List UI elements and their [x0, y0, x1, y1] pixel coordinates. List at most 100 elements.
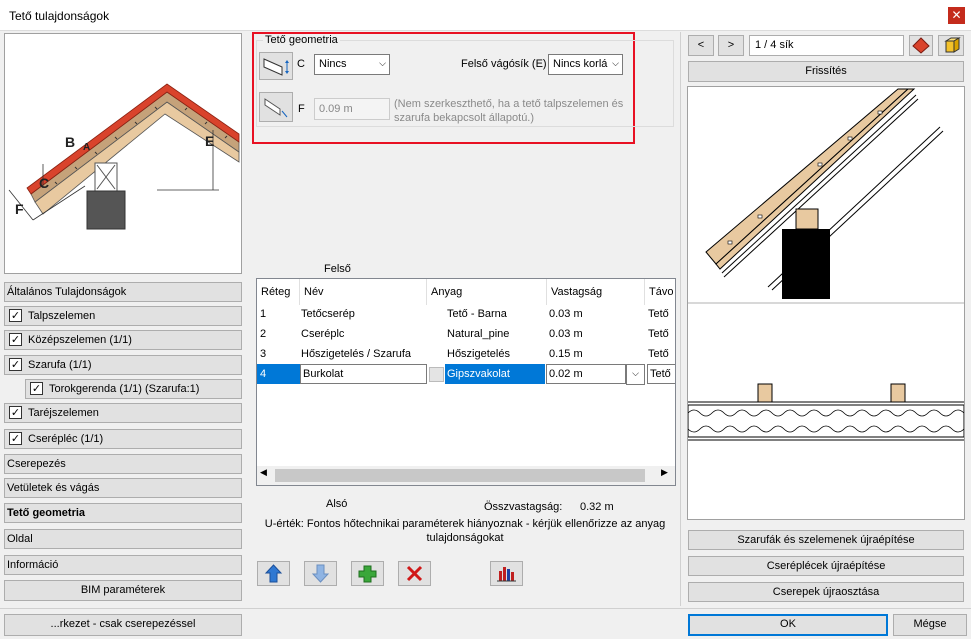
arrow-up-icon — [264, 564, 283, 583]
rebuild-rafters-button[interactable]: Szarufák és szelemenek újraépítése — [688, 530, 964, 550]
table-row-selected[interactable]: 4 Burkolat Gipszvakolat 0.02 m ⌵ Tető — [257, 364, 675, 385]
delete-layer-button[interactable] — [398, 561, 431, 586]
divider — [0, 608, 971, 609]
f-note: (Nem szerkeszthető, ha a tető talpszelem… — [394, 98, 624, 124]
top-cut-select-value: Nincs korlá — [553, 58, 608, 70]
title-bar: Tető tulajdonságok ✕ — [0, 0, 971, 31]
sidebar-item-label: Taréjszelemen — [28, 407, 99, 419]
redistribute-tiles-button[interactable]: Cserepek újraosztása — [688, 582, 964, 602]
horizontal-scrollbar[interactable]: ◀ ▶ — [257, 466, 675, 485]
sidebar-item-torokgerenda[interactable]: ✓ Torokgerenda (1/1) (Szarufa:1) — [25, 379, 242, 399]
top-cut-select[interactable]: Nincs korlá ⌵ — [548, 54, 623, 75]
column-header[interactable]: Név — [300, 279, 427, 305]
rebuild-battens-button[interactable]: Cseréplécek újraépítése — [688, 556, 964, 576]
cancel-button[interactable]: Mégse — [893, 614, 967, 636]
scroll-right-icon[interactable]: ▶ — [661, 468, 668, 478]
thickness-input[interactable]: 0.02 m — [546, 364, 626, 384]
sidebar-item-talpszelemen[interactable]: ✓ Talpszelemen — [4, 306, 242, 326]
layers-table: Réteg Név Anyag Vastagság Távo 1 Tetőcse… — [256, 278, 676, 486]
cell-layer: 4 — [257, 364, 300, 384]
c-geometry-icon[interactable] — [259, 52, 293, 80]
sidebar-item-szarufa[interactable]: ✓ Szarufa (1/1) — [4, 355, 242, 375]
category-vetuletek[interactable]: Vetületek és vágás — [4, 478, 242, 498]
cell-material: Natural_pine — [447, 328, 510, 340]
material-button[interactable] — [909, 35, 933, 56]
window-title: Tető tulajdonságok — [9, 9, 110, 23]
f-geometry-icon[interactable] — [259, 92, 293, 122]
category-teto-geometria[interactable]: Tető geometria — [4, 503, 242, 523]
cell-name: Hőszigetelés / Szarufa — [301, 348, 412, 360]
cell-material: Hőszigetelés — [447, 348, 510, 360]
label-b: B — [65, 134, 75, 150]
sidebar-item-cserepléc[interactable]: ✓ Cserépléc (1/1) — [4, 429, 242, 449]
column-header[interactable]: Réteg — [257, 279, 300, 305]
scroll-left-icon[interactable]: ◀ — [260, 468, 267, 478]
cell-distance: Tető — [648, 348, 669, 360]
category-oldal[interactable]: Oldal — [4, 529, 242, 549]
close-icon[interactable]: ✕ — [948, 7, 965, 24]
cell-material[interactable]: Gipszvakolat — [445, 364, 545, 384]
ok-button[interactable]: OK — [688, 614, 888, 636]
chart-button[interactable] — [490, 561, 523, 586]
f-value-field[interactable]: 0.09 m — [314, 98, 390, 120]
checkbox[interactable]: ✓ — [9, 406, 22, 419]
table-row[interactable]: 3 Hőszigetelés / Szarufa Hőszigetelés 0.… — [257, 344, 675, 364]
c-select[interactable]: Nincs ⌵ — [314, 54, 390, 75]
checkbox[interactable]: ✓ — [9, 309, 22, 322]
column-header[interactable]: Anyag — [427, 279, 547, 305]
section-drawing — [687, 88, 965, 441]
panel-divider — [680, 32, 681, 606]
scrollbar-thumb[interactable] — [275, 469, 645, 482]
label-a: A — [83, 142, 90, 153]
arrow-down-icon — [311, 564, 330, 583]
cell-name: Cseréplc — [301, 328, 345, 340]
roof-preview-drawing: B A E C F — [8, 83, 240, 230]
cell-thickness: 0.03 m — [549, 328, 583, 340]
chevron-down-icon[interactable]: ⌵ — [626, 364, 645, 385]
bottom-side-label: Alsó — [326, 498, 348, 510]
category-informacio[interactable]: Információ — [4, 555, 242, 575]
material-swatch[interactable] — [429, 367, 444, 382]
sidebar-item-label: Középszelemen (1/1) — [28, 334, 132, 346]
structure-tiles-only-button[interactable]: ...rkezet - csak cserepezéssel — [4, 614, 242, 636]
sidebar-item-kozepszelemen[interactable]: ✓ Középszelemen (1/1) — [4, 330, 242, 350]
cell-layer: 3 — [260, 348, 267, 360]
next-plane-button[interactable]: > — [718, 35, 744, 56]
sidebar-item-tarejszelemen[interactable]: ✓ Taréjszelemen — [4, 403, 242, 423]
geometry-legend: Tető geometria — [263, 34, 340, 46]
cell-layer: 2 — [260, 328, 267, 340]
prev-plane-button[interactable]: < — [688, 35, 714, 56]
layer-name-input[interactable]: Burkolat — [300, 364, 427, 384]
delete-x-icon — [406, 565, 423, 582]
plane-counter: 1 / 4 sík — [749, 35, 904, 56]
column-header[interactable]: Vastagság — [547, 279, 645, 305]
checkbox[interactable]: ✓ — [9, 358, 22, 371]
move-down-button[interactable] — [304, 561, 337, 586]
refresh-button[interactable]: Frissítés — [688, 61, 964, 82]
add-layer-button[interactable] — [351, 561, 384, 586]
bim-parameters-button[interactable]: BIM paraméterek — [4, 580, 242, 601]
move-up-button[interactable] — [257, 561, 290, 586]
checkbox[interactable]: ✓ — [9, 432, 22, 445]
3d-view-button[interactable] — [938, 35, 964, 56]
f-label: F — [298, 103, 305, 115]
top-side-label: Felső — [324, 263, 351, 275]
distance-input[interactable]: Tető — [647, 364, 675, 384]
sidebar-item-label: Szarufa (1/1) — [28, 359, 92, 371]
cell-material: Tető - Barna — [447, 308, 507, 320]
cell-layer: 1 — [260, 308, 267, 320]
total-thickness-label: Összvastagság: — [484, 501, 563, 513]
category-cserepezes[interactable]: Cserepezés — [4, 454, 242, 474]
top-cut-label: Felső vágósík (E) — [461, 58, 547, 70]
total-thickness-value: 0.32 m — [580, 501, 614, 513]
checkbox[interactable]: ✓ — [9, 333, 22, 346]
table-row[interactable]: 1 Tetőcserép Tető - Barna 0.03 m Tető — [257, 304, 675, 324]
roof-preview: B A E C F — [4, 33, 242, 274]
table-row[interactable]: 2 Cseréplc Natural_pine 0.03 m Tető — [257, 324, 675, 344]
category-general[interactable]: Általános Tulajdonságok — [4, 282, 242, 302]
sidebar-item-label: Torokgerenda (1/1) (Szarufa:1) — [49, 383, 200, 395]
checkbox[interactable]: ✓ — [30, 382, 43, 395]
cell-distance: Tető — [648, 308, 669, 320]
column-header[interactable]: Távo — [645, 279, 675, 305]
c-label: C — [297, 58, 305, 70]
